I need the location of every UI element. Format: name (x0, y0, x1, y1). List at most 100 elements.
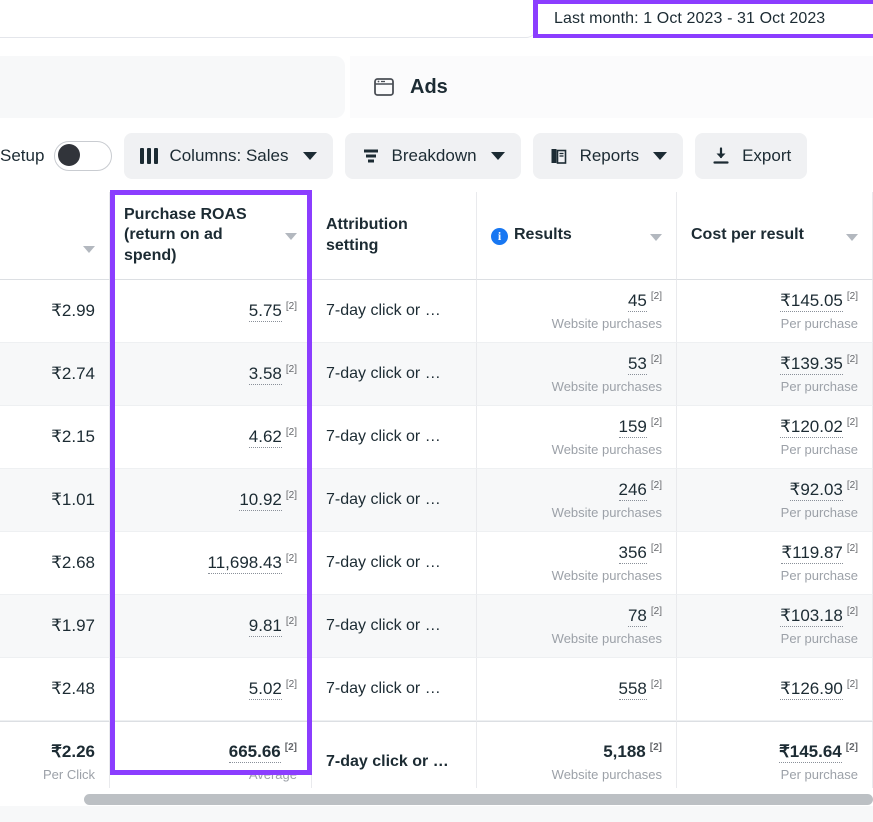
cell-results: 246 [2] Website purchases (477, 469, 677, 532)
total-cell-cost-per-result-value[interactable]: ₹145.64 [2] (778, 742, 858, 763)
columns-button[interactable]: Columns: Sales (124, 132, 333, 179)
table-row[interactable]: ₹1.01 10.92 [2] 7-day click or … 246 [2] Websi… (0, 469, 873, 532)
tab-ads[interactable]: Ads (350, 56, 873, 118)
cell-cost-per-result: ₹103.18 [2] Per purchase (677, 595, 873, 658)
header-cell-results[interactable]: i Results (477, 192, 677, 280)
cell-cost-per-result-value[interactable]: ₹139.35 [2] (780, 354, 858, 375)
setup-toggle-group[interactable]: Setup (0, 140, 113, 171)
footnote-marker: [2] (650, 291, 662, 303)
cell-cost-per-result-value[interactable]: ₹126.90 [2] (780, 679, 858, 700)
cell-cost-per-result-value[interactable]: ₹145.05 [2] (780, 291, 858, 312)
cell-attribution: 7-day click or … (312, 595, 477, 658)
header-label-results: Results (514, 226, 572, 244)
cell-results-subtext: Website purchases (551, 568, 662, 583)
cell-results-subtext: Website purchases (551, 316, 662, 331)
table-row[interactable]: ₹2.99 5.75 [2] 7-day click or … 45 [2] Website… (0, 280, 873, 343)
cell-cost-per-result-value[interactable]: ₹92.03 [2] (789, 480, 858, 501)
cell-results-subtext: Website purchases (551, 442, 662, 457)
cell-attribution-value: 7-day click or … (326, 491, 441, 508)
cell-cpc: ₹1.01 (0, 469, 110, 532)
breakdown-button[interactable]: Breakdown (344, 132, 521, 179)
cell-results: 78 [2] Website purchases (477, 595, 677, 658)
cell-cost-per-result: ₹92.03 [2] Per purchase (677, 469, 873, 532)
cell-attribution-value: 7-day click or … (326, 428, 441, 445)
export-button-label: Export (742, 145, 792, 165)
header-cell-attribution[interactable]: Attribution setting (312, 192, 477, 280)
setup-toggle[interactable] (54, 140, 113, 171)
cell-results-value[interactable]: 356 [2] (618, 543, 662, 564)
cell-attribution: 7-day click or … (312, 343, 477, 406)
footnote-marker: [2] (846, 291, 858, 303)
chevron-down-icon (653, 151, 668, 160)
cell-cost-per-result-value[interactable]: ₹120.02 [2] (780, 417, 858, 438)
sort-caret-icon[interactable] (83, 246, 95, 253)
cell-results-value[interactable]: 159 [2] (618, 417, 662, 438)
cell-results-value[interactable]: 53 [2] (627, 354, 662, 375)
funnel-icon (361, 146, 381, 166)
breakdown-button-label: Breakdown (391, 145, 477, 165)
cell-results-value[interactable]: 78 [2] (627, 606, 662, 627)
cell-purchase-roas-value[interactable]: 4.62 [2] (248, 427, 297, 448)
cell-cost-per-result-value[interactable]: ₹103.18 [2] (780, 606, 858, 627)
cell-purchase-roas-value[interactable]: 11,698.43 [2] (207, 553, 297, 574)
cell-cost-per-result-value[interactable]: ₹119.87 [2] (781, 543, 858, 564)
cell-attribution-value: 7-day click or … (326, 617, 441, 634)
setup-label: Setup (0, 145, 45, 165)
toolbar: Setup Columns: Sales Breakdown Reports E… (0, 119, 873, 192)
cell-purchase-roas-value[interactable]: 10.92 [2] (239, 490, 297, 511)
cell-purchase-roas: 3.58 [2] (110, 343, 312, 406)
cell-cpc-value: ₹2.74 (51, 364, 95, 383)
cell-attribution: 7-day click or … (312, 280, 477, 343)
cell-cpc: ₹2.68 (0, 532, 110, 595)
date-range-selector[interactable]: Last month: 1 Oct 2023 - 31 Oct 2023 (533, 0, 873, 38)
sort-caret-icon[interactable] (846, 234, 858, 241)
cell-cost-per-result-subtext: Per purchase (780, 631, 858, 646)
cell-results-value[interactable]: 246 [2] (618, 480, 662, 501)
footnote-marker: [2] (285, 679, 297, 691)
cell-results: 159 [2] Website purchases (477, 406, 677, 469)
chevron-down-icon (302, 151, 317, 160)
cell-purchase-roas-value[interactable]: 5.75 [2] (248, 301, 297, 322)
total-cell-cost-per-result-subtext: Per purchase (780, 767, 858, 782)
cell-results: 356 [2] Website purchases (477, 532, 677, 595)
table-row[interactable]: ₹2.68 11,698.43 [2] 7-day click or … 356 [2] W… (0, 532, 873, 595)
cell-cpc: ₹2.48 (0, 658, 110, 721)
cell-purchase-roas-value[interactable]: 5.02 [2] (248, 679, 297, 700)
footnote-marker: [2] (846, 606, 858, 618)
info-icon[interactable]: i (491, 228, 508, 245)
header-cell-cost-per-result[interactable]: Cost per result (677, 192, 873, 280)
total-cell-purchase-roas-value[interactable]: 665.66 [2] (228, 742, 297, 763)
footnote-marker: [2] (846, 679, 858, 691)
total-cell-attribution-value: 7-day click or … (326, 753, 449, 770)
header-cell-purchase-roas[interactable]: Purchase ROAS (return on ad spend) (110, 192, 312, 280)
top-left-panel (0, 0, 536, 38)
cell-results-value[interactable]: 558 [2] (618, 679, 662, 700)
cell-results-subtext: Website purchases (551, 631, 662, 646)
horizontal-scrollbar[interactable] (84, 794, 873, 805)
columns-icon (140, 147, 159, 164)
table-row[interactable]: ₹2.74 3.58 [2] 7-day click or … 53 [2] Website… (0, 343, 873, 406)
header-cell-cpc[interactable] (0, 192, 110, 280)
sort-caret-icon[interactable] (285, 232, 297, 240)
cell-purchase-roas-value[interactable]: 3.58 [2] (248, 364, 297, 385)
footnote-marker: [2] (285, 553, 297, 565)
cell-cost-per-result-subtext: Per purchase (780, 505, 858, 520)
cell-purchase-roas: 10.92 [2] (110, 469, 312, 532)
table-row[interactable]: ₹2.48 5.02 [2] 7-day click or … 558 [2] ₹126.9… (0, 658, 873, 721)
cell-attribution: 7-day click or … (312, 406, 477, 469)
footnote-marker: [2] (285, 490, 297, 502)
export-button[interactable]: Export (695, 132, 808, 179)
table-row[interactable]: ₹2.15 4.62 [2] 7-day click or … 159 [2] Websit… (0, 406, 873, 469)
cell-cost-per-result: ₹145.05 [2] Per purchase (677, 280, 873, 343)
cell-purchase-roas-value[interactable]: 9.81 [2] (248, 616, 297, 637)
cell-attribution-value: 7-day click or … (326, 680, 441, 697)
footnote-marker: [2] (284, 742, 297, 754)
cell-results-value[interactable]: 45 [2] (627, 291, 662, 312)
sort-caret-icon[interactable] (650, 234, 662, 241)
reports-button[interactable]: Reports (532, 132, 684, 179)
cell-results: 45 [2] Website purchases (477, 280, 677, 343)
top-strip: Last month: 1 Oct 2023 - 31 Oct 2023 (0, 0, 873, 38)
cell-cpc: ₹2.74 (0, 343, 110, 406)
table-row[interactable]: ₹1.97 9.81 [2] 7-day click or … 78 [2] Website… (0, 595, 873, 658)
cell-cpc-value: ₹1.01 (51, 490, 95, 509)
